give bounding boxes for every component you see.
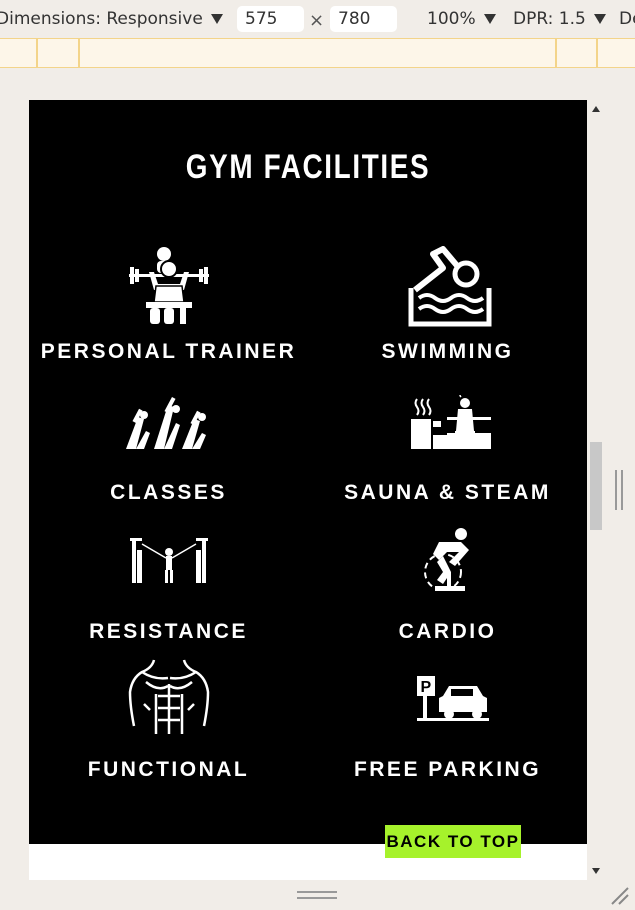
resize-handle-bottom[interactable] [297, 891, 337, 901]
facility-personal-trainer: PERSONAL TRAINER [29, 246, 308, 363]
zoom-dropdown[interactable]: 100% [427, 9, 496, 29]
scroll-down-icon[interactable] [592, 868, 600, 874]
resize-corner-icon[interactable] [608, 884, 630, 906]
ruler-segment[interactable] [36, 39, 38, 67]
media-query-ruler [0, 38, 635, 68]
scroll-up-icon[interactable] [592, 106, 600, 112]
facility-label: CARDIO [398, 620, 497, 643]
zoom-label: 100% [427, 9, 476, 29]
chevron-down-icon [210, 14, 223, 24]
classes-icon [125, 396, 206, 449]
scrollbar-thumb[interactable] [590, 442, 602, 530]
dimensions-dropdown[interactable]: Dimensions: Responsive [0, 9, 223, 29]
svg-text:P: P [420, 679, 431, 696]
facility-label: PERSONAL TRAINER [40, 340, 297, 363]
facility-swimming: SWIMMING [308, 246, 587, 363]
dpr-label: DPR: 1.5 [513, 9, 586, 29]
resize-handle-right[interactable] [615, 470, 625, 510]
times-icon: × [309, 10, 325, 31]
facility-label: FREE PARKING [353, 758, 542, 781]
back-to-top-button[interactable]: BACK TO TOP [385, 825, 521, 858]
height-input[interactable]: 780 [330, 6, 397, 32]
ruler-segment[interactable] [596, 39, 598, 67]
page-viewport: GYM FACILITIES PERSONAL TRAINER SWIMMING… [29, 100, 587, 880]
functional-icon [128, 659, 209, 734]
chevron-down-icon [593, 14, 606, 24]
ruler-segment[interactable] [555, 39, 557, 67]
chevron-down-icon [483, 14, 496, 24]
facility-cardio: CARDIO [308, 528, 587, 643]
viewport-scrollbar[interactable] [587, 100, 605, 880]
facility-sauna-steam: SAUNA & STEAM [308, 395, 587, 504]
width-input[interactable]: 575 [237, 6, 304, 32]
cardio-icon [423, 528, 469, 591]
devtools-toolbar: Dimensions: Responsive 575 × 780 100% DP… [0, 0, 635, 38]
facility-functional: FUNCTIONAL [29, 656, 308, 781]
swimming-icon [408, 246, 491, 327]
dimensions-label: Dimensions: Responsive [0, 9, 203, 29]
device-mode-more[interactable]: De [619, 9, 635, 29]
facility-label: SWIMMING [381, 340, 514, 363]
dpr-dropdown[interactable]: DPR: 1.5 [513, 9, 606, 29]
facility-label: FUNCTIONAL [87, 758, 250, 781]
ruler-segment[interactable] [78, 39, 80, 67]
facility-label: CLASSES [110, 481, 227, 504]
facility-resistance: RESISTANCE [29, 536, 308, 643]
resistance-icon [129, 538, 208, 583]
sauna-icon [410, 395, 491, 449]
facility-label: SAUNA & STEAM [344, 481, 551, 504]
parking-icon: P [416, 676, 489, 721]
personal-trainer-icon [128, 247, 209, 324]
facility-free-parking: P FREE PARKING [308, 674, 587, 781]
facility-classes: CLASSES [29, 395, 308, 504]
page-title: GYM FACILITIES [185, 148, 431, 186]
facility-label: RESISTANCE [89, 620, 248, 643]
